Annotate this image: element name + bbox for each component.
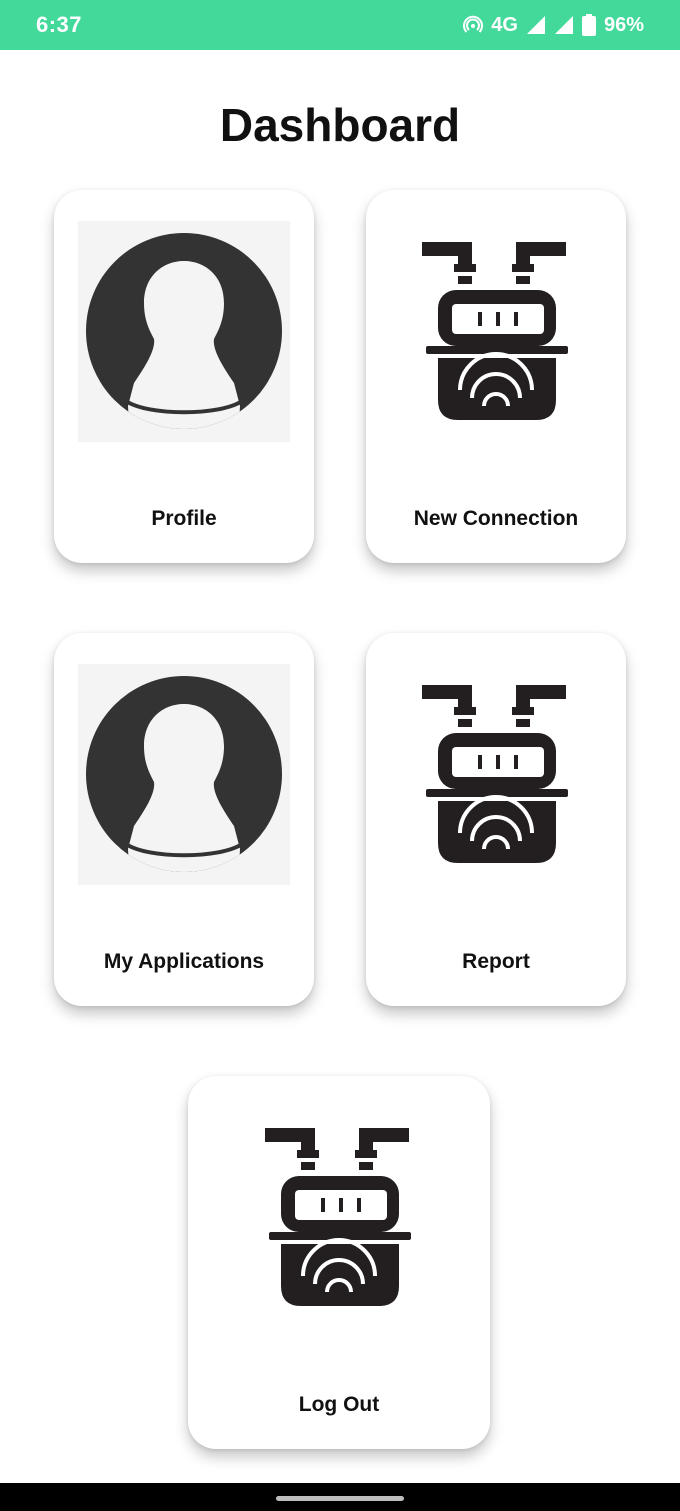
signal-icon-2: [554, 15, 574, 35]
new-connection-label: New Connection: [413, 507, 579, 530]
user-avatar-icon: [78, 221, 290, 442]
home-gesture-handle[interactable]: [276, 1496, 404, 1501]
battery-percent: 96%: [603, 13, 644, 36]
new-connection-card[interactable]: New Connection: [366, 190, 626, 563]
profile-card[interactable]: Profile: [54, 190, 314, 563]
profile-label: Profile: [151, 507, 217, 530]
log-out-card[interactable]: Log Out: [188, 1076, 490, 1449]
status-bar: 6:37 4G 96%: [0, 0, 680, 50]
log-out-label: Log Out: [298, 1393, 380, 1416]
status-icons: 4G 96%: [463, 14, 644, 37]
battery-icon: [581, 14, 596, 36]
report-card[interactable]: Report: [366, 633, 626, 1006]
my-applications-label: My Applications: [103, 950, 265, 973]
gas-meter-icon: [263, 1126, 415, 1308]
signal-icon: [526, 15, 546, 35]
status-time: 6:37: [36, 12, 83, 37]
my-applications-card[interactable]: My Applications: [54, 633, 314, 1006]
page-title: Dashboard: [219, 99, 461, 151]
navigation-bar: [0, 1483, 680, 1511]
user-avatar-icon: [78, 664, 290, 885]
gas-meter-icon: [420, 240, 572, 422]
hotspot-icon: [463, 15, 484, 35]
network-type: 4G: [491, 13, 518, 36]
gas-meter-icon: [420, 683, 572, 865]
report-label: Report: [462, 950, 530, 973]
